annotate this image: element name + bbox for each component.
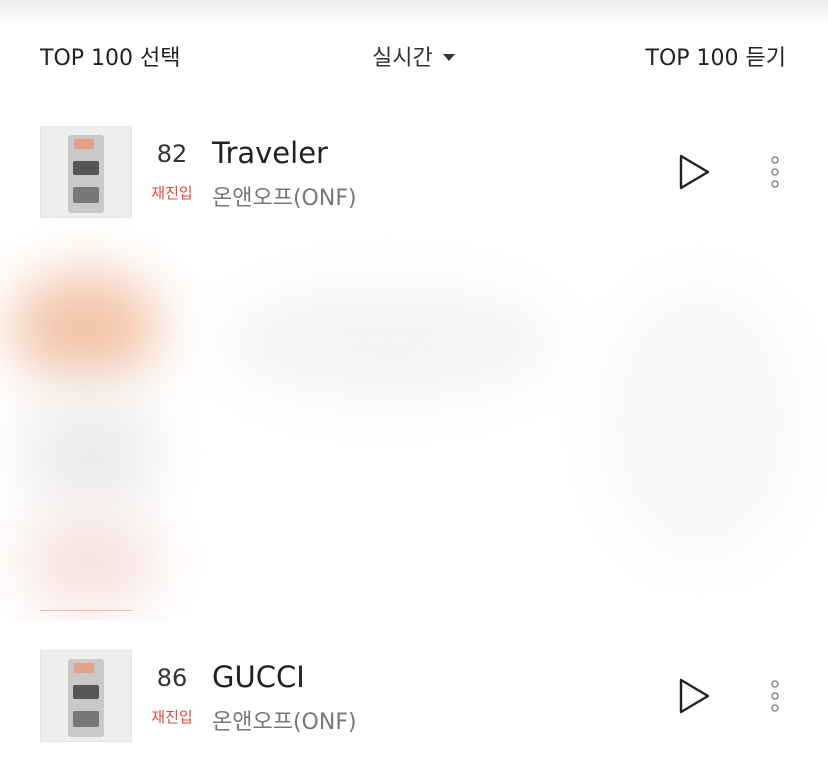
more-vertical-icon[interactable] bbox=[760, 674, 790, 718]
reentry-badge: 재진입 bbox=[151, 708, 193, 726]
album-cover[interactable] bbox=[40, 126, 132, 218]
song-artist[interactable]: 온앤오프(ONF) bbox=[212, 180, 357, 212]
top100-listen-button[interactable]: TOP 100 듣기 bbox=[646, 40, 786, 72]
chart-header: TOP 100 선택 실시간 TOP 100 듣기 bbox=[0, 30, 828, 82]
song-rank: 86 bbox=[156, 664, 188, 692]
top-fade bbox=[0, 0, 828, 22]
song-artist[interactable]: 온앤오프(ONF) bbox=[212, 704, 357, 736]
album-cover[interactable] bbox=[40, 650, 132, 742]
caret-down-icon bbox=[442, 53, 455, 61]
song-title[interactable]: Traveler bbox=[212, 136, 328, 170]
play-icon[interactable] bbox=[672, 674, 716, 718]
cassette-art bbox=[68, 135, 104, 213]
song-row[interactable]: 82 재진입 Traveler 온앤오프(ONF) bbox=[0, 126, 828, 222]
realtime-label: 실시간 bbox=[372, 46, 433, 71]
reentry-badge: 재진입 bbox=[151, 184, 193, 202]
song-rank: 82 bbox=[156, 140, 188, 168]
more-vertical-icon[interactable] bbox=[760, 150, 790, 194]
song-row[interactable]: 86 재진입 GUCCI 온앤오프(ONF) bbox=[0, 650, 828, 746]
realtime-dropdown[interactable]: 실시간 bbox=[372, 40, 455, 72]
top100-select-button[interactable]: TOP 100 선택 bbox=[40, 40, 180, 72]
cassette-art bbox=[68, 659, 104, 737]
play-icon[interactable] bbox=[672, 150, 716, 194]
blurred-rows bbox=[0, 222, 828, 620]
song-title[interactable]: GUCCI bbox=[212, 660, 305, 694]
